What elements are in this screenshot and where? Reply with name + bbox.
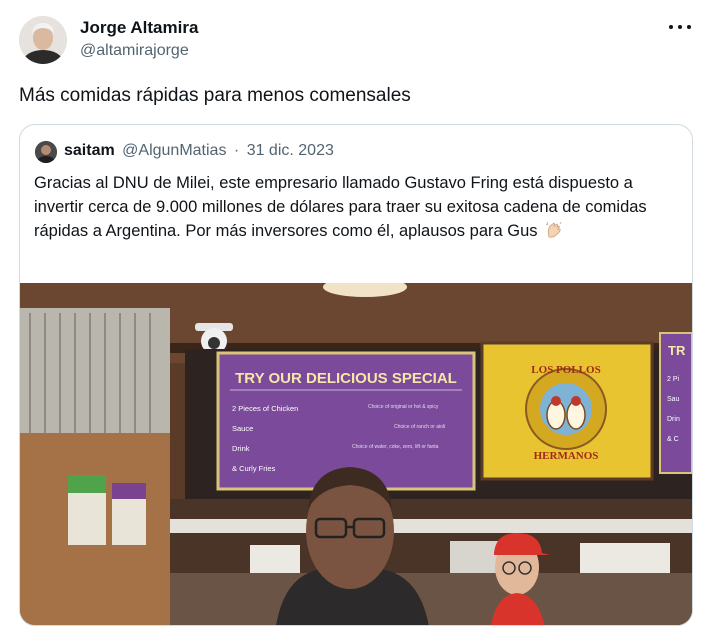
tweet-text: Más comidas rápidas para menos comensale… [19, 85, 411, 106]
menu-item-3: Drink [232, 444, 250, 453]
menu-note-1: Choice of original or hot & spicy [368, 404, 439, 410]
quoted-name[interactable]: saitam [64, 142, 115, 159]
clapping-hands-icon [545, 221, 565, 239]
partial-item-1: 2 Pi [667, 376, 680, 383]
quoted-tweet[interactable]: saitam @AlgunMatias · 31 dic. 2023 Graci… [19, 124, 693, 626]
menu-item-2: Sauce [232, 424, 253, 433]
quoted-date[interactable]: 31 dic. 2023 [247, 142, 334, 159]
header-separator: · [233, 142, 240, 159]
author-name[interactable]: Jorge Altamira [80, 18, 198, 38]
menu-note-2: Choice of ranch or aioli [394, 424, 445, 430]
partial-item-3: Drin [667, 416, 680, 423]
menu-item-1: 2 Pieces of Chicken [232, 404, 298, 413]
more-dot [678, 25, 682, 29]
quoted-handle[interactable]: @AlgunMatias [122, 142, 226, 159]
quoted-avatar[interactable] [35, 141, 57, 163]
menu-item-4: & Curly Fries [232, 464, 276, 473]
menu-sign-title: TRY OUR DELICIOUS SPECIAL [235, 370, 457, 387]
more-dot [687, 25, 691, 29]
quoted-header: saitam @AlgunMatias · 31 dic. 2023 [64, 142, 334, 160]
more-options-button[interactable] [666, 16, 694, 36]
menu-note-3: Choice of water, coke, zero, lift or fan… [352, 444, 439, 450]
quoted-media-photo[interactable]: TRY OUR DELICIOUS SPECIAL 2 Pieces of Ch… [20, 283, 692, 625]
logo-top-text: LOS POLLOS [531, 364, 600, 376]
partial-item-4: & C [667, 436, 679, 443]
more-horizontal-icon [669, 25, 673, 29]
partial-sign-title: TR [668, 343, 686, 358]
partial-item-2: Sau [667, 396, 680, 403]
author-avatar[interactable] [19, 16, 67, 64]
author-handle[interactable]: @altamirajorge [80, 42, 189, 60]
quoted-text: Gracias al DNU de Milei, este empresario… [34, 171, 682, 243]
logo-bottom-text: HERMANOS [534, 450, 599, 462]
